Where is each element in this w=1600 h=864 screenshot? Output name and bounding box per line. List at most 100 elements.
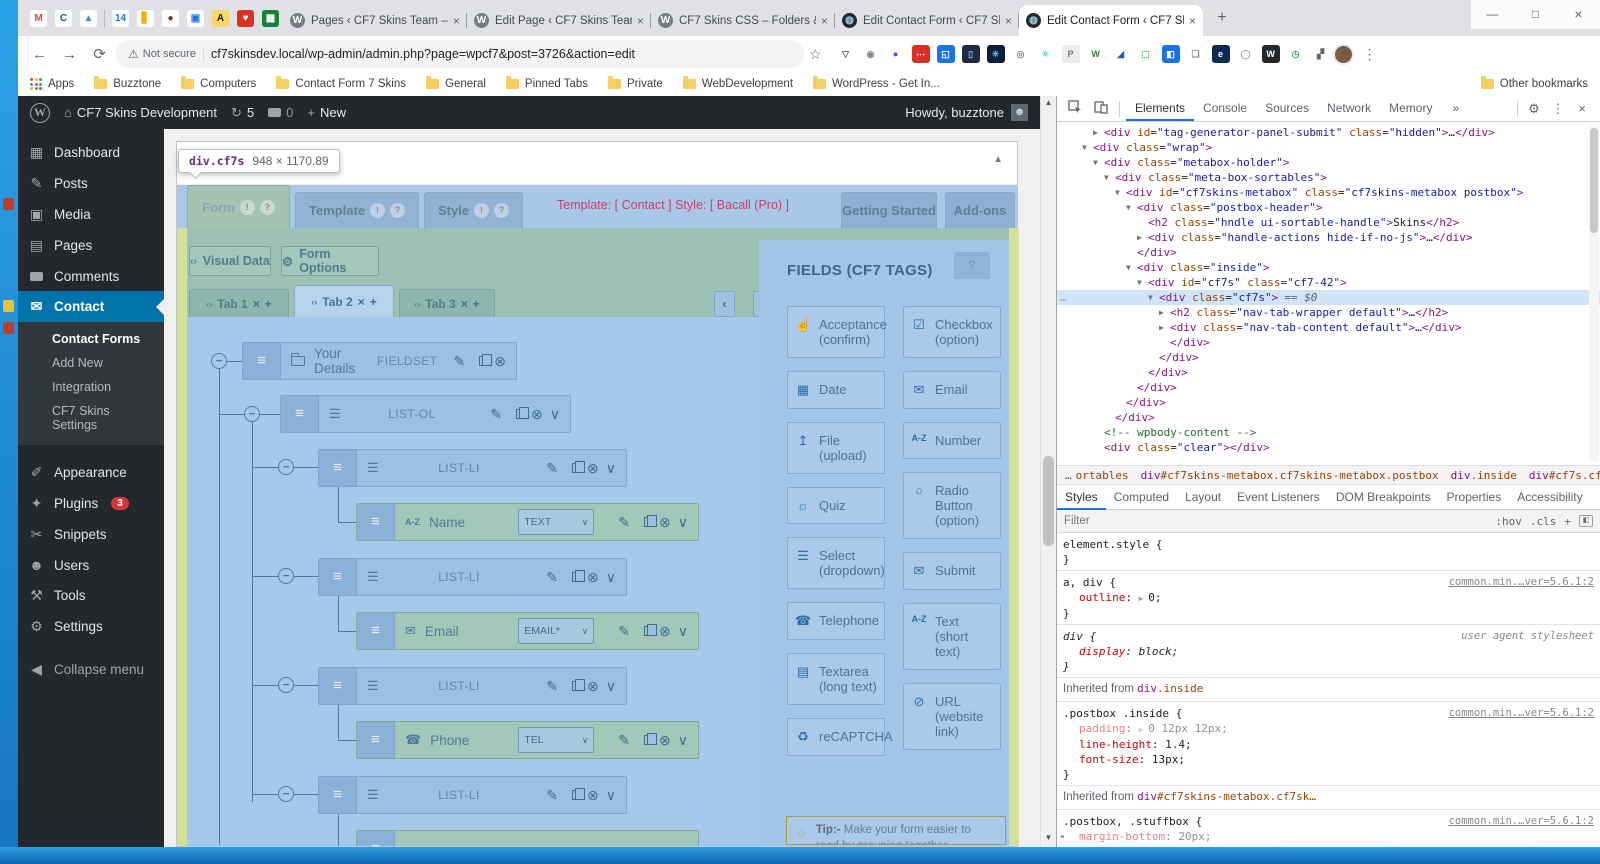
- submenu-item-add-new[interactable]: Add New: [18, 351, 164, 375]
- tab-close-icon[interactable]: ×: [1189, 14, 1196, 28]
- clock-ext-icon[interactable]: ◷: [1287, 45, 1305, 63]
- analytics-favicon[interactable]: ▋: [137, 10, 154, 27]
- sidebar-item-media[interactable]: ▣Media: [18, 199, 164, 230]
- collapse-node-toggle[interactable]: −: [278, 677, 294, 693]
- sidebar-item-appearance[interactable]: ✐Appearance: [18, 457, 164, 488]
- back-button[interactable]: ←: [26, 41, 53, 68]
- collapse-node-toggle[interactable]: −: [244, 406, 260, 422]
- tree-node-phone[interactable]: ≡☎PhoneTEL∨✎⊗∨: [356, 721, 699, 759]
- react-ext-icon[interactable]: ✳: [1037, 45, 1055, 63]
- edit-node-button[interactable]: ✎: [546, 787, 558, 804]
- blue-clover-favicon[interactable]: ▲: [80, 10, 97, 27]
- drag-handle[interactable]: ≡: [319, 559, 357, 595]
- alert-badge[interactable]: !: [474, 203, 489, 218]
- edit-node-button[interactable]: ✎: [546, 460, 558, 477]
- collapse-node-toggle[interactable]: −: [211, 353, 227, 369]
- field-button-quiz[interactable]: ☼Quiz: [787, 487, 885, 524]
- sidebar-item-contact[interactable]: ✉Contact: [18, 291, 164, 322]
- styles-tab-accessibility[interactable]: Accessibility: [1509, 485, 1590, 510]
- fields-help-button[interactable]: ?: [954, 252, 990, 279]
- field-button-recaptcha[interactable]: ♻reCAPTCHA: [787, 718, 885, 756]
- copy-node-button[interactable]: [509, 406, 524, 422]
- alert-badge[interactable]: !: [370, 203, 385, 218]
- field-button-file[interactable]: ↥File (upload): [787, 422, 885, 474]
- breadcrumb-overflow[interactable]: …: [1061, 469, 1076, 482]
- collapse-menu-button[interactable]: ◀Collapse menu: [18, 654, 164, 685]
- hscroll-left-arrow[interactable]: ◂: [1059, 830, 1064, 845]
- dom-node-line[interactable]: </div>: [1057, 365, 1600, 380]
- phone-dark-ext-icon[interactable]: ▯: [962, 45, 980, 63]
- site-name-link[interactable]: ⌂CF7 Skins Development: [64, 105, 217, 120]
- field-button-date[interactable]: ▦Date: [787, 371, 885, 409]
- field-button-submit[interactable]: ✉Submit: [903, 552, 1001, 590]
- drag-handle[interactable]: ≡: [357, 504, 395, 540]
- editor-tab-add-ons[interactable]: Add-ons: [945, 192, 1015, 228]
- delete-node-button[interactable]: ⊗: [659, 623, 671, 640]
- submenu-item-integration[interactable]: Integration: [18, 375, 164, 399]
- apps-shortcut[interactable]: Apps: [30, 78, 74, 90]
- atom-dark-ext-icon[interactable]: ✳: [987, 45, 1005, 63]
- collapse-node-toggle[interactable]: −: [278, 459, 294, 475]
- field-button-telephone[interactable]: ☎Telephone: [787, 602, 885, 640]
- drag-handle[interactable]: ≡: [319, 777, 357, 813]
- help-badge[interactable]: ?: [260, 200, 275, 215]
- dom-node-line[interactable]: </div>: [1057, 335, 1600, 350]
- css-selector[interactable]: .postbox, .stuffbox: [1063, 815, 1189, 828]
- copy-node-button[interactable]: [565, 678, 580, 694]
- devtools-tab-console[interactable]: Console: [1194, 96, 1256, 121]
- devtools-tab-network[interactable]: Network: [1318, 96, 1380, 121]
- blue-docs-favicon[interactable]: ▣: [187, 10, 204, 27]
- field-button-text[interactable]: A-ZText (short text): [903, 603, 1001, 670]
- chevron-node-button[interactable]: ∨: [678, 514, 688, 531]
- tree-node-li3[interactable]: ≡☰LIST-LI✎⊗∨: [318, 667, 627, 705]
- editor-tab-template[interactable]: Template!?: [295, 192, 419, 228]
- dom-node-line[interactable]: ▼<div class="wrap">: [1057, 140, 1600, 155]
- copy-node-button[interactable]: [637, 732, 652, 748]
- copy-node-button[interactable]: [565, 787, 580, 803]
- editor-tab-getting-started[interactable]: Getting Started: [841, 192, 937, 228]
- browser-menu-icon[interactable]: ⋮: [1357, 46, 1383, 63]
- editor-tab-form[interactable]: Form!?: [187, 185, 290, 228]
- edit-node-button[interactable]: ✎: [546, 678, 558, 695]
- tree-node-li2[interactable]: ≡☰LIST-LI✎⊗∨: [318, 558, 627, 596]
- drag-handle[interactable]: ≡: [281, 396, 319, 432]
- updates-link[interactable]: ↻5: [231, 105, 254, 121]
- wp-green-ext-icon[interactable]: W: [1087, 45, 1105, 63]
- styles-tab-layout[interactable]: Layout: [1177, 485, 1229, 510]
- collapse-arrow-icon[interactable]: ▼: [1148, 290, 1159, 305]
- dark-red-app-favicon[interactable]: ●: [162, 10, 179, 27]
- dom-node-line[interactable]: ▼<div class="meta-box-sortables">: [1057, 170, 1600, 185]
- bookmark-star-icon[interactable]: ☆: [809, 46, 822, 63]
- collapse-arrow-icon[interactable]: ▼: [1126, 260, 1137, 275]
- scroll-up-arrow[interactable]: ▲: [1045, 96, 1053, 110]
- editor-tab-style[interactable]: Style!?: [424, 192, 523, 228]
- wordpress-logo-icon[interactable]: W: [30, 103, 50, 123]
- devtools-tab-elements[interactable]: Elements: [1126, 96, 1194, 121]
- dom-node-line[interactable]: </div>: [1057, 380, 1600, 395]
- dom-node-line[interactable]: ▼<div class="postbox-header">: [1057, 200, 1600, 215]
- tree-node-listol[interactable]: ≡☰LIST-OL✎⊗∨: [280, 395, 571, 433]
- sidebar-item-settings[interactable]: ⚙Settings: [18, 611, 164, 642]
- field-type-select[interactable]: EMAIL*∨: [518, 618, 594, 644]
- submenu-item-contact-forms[interactable]: Contact Forms: [18, 327, 164, 351]
- dom-node-line[interactable]: ▼<div class="inside">: [1057, 260, 1600, 275]
- delete-node-button[interactable]: ⊗: [587, 678, 599, 695]
- class-toggle[interactable]: .cls: [1530, 515, 1557, 528]
- tree-node-fieldset[interactable]: ≡Your DetailsFIELDSET✎⊗: [242, 342, 517, 380]
- dom-node-line[interactable]: </div>: [1057, 245, 1600, 260]
- chevron-node-button[interactable]: ∨: [606, 678, 616, 695]
- browser-tab[interactable]: WPages ‹ CF7 Skins Team — Wo×: [283, 5, 467, 36]
- drag-handle[interactable]: ≡: [357, 722, 395, 758]
- tree-node-partial[interactable]: ≡: [356, 830, 699, 846]
- field-button-acceptance[interactable]: ☝Acceptance (confirm): [787, 306, 885, 358]
- field-button-radio[interactable]: ○Radio Button (option): [903, 472, 1001, 539]
- bookmark-folder[interactable]: Private: [608, 78, 663, 90]
- drag-handle[interactable]: ≡: [357, 831, 395, 846]
- submenu-item-cf7-skins-settings[interactable]: CF7 Skins Settings: [18, 399, 164, 437]
- css-selector[interactable]: .postbox .inside: [1063, 707, 1169, 720]
- tab-close-icon[interactable]: ×: [1005, 14, 1012, 28]
- wp-black-ext-icon[interactable]: W: [1262, 45, 1280, 63]
- css-property[interactable]: outline: ▶ 0;: [1063, 590, 1594, 606]
- devtools-tab-memory[interactable]: Memory: [1380, 96, 1441, 121]
- css-property[interactable]: padding: ▶ 0 12px 12px;: [1063, 721, 1594, 737]
